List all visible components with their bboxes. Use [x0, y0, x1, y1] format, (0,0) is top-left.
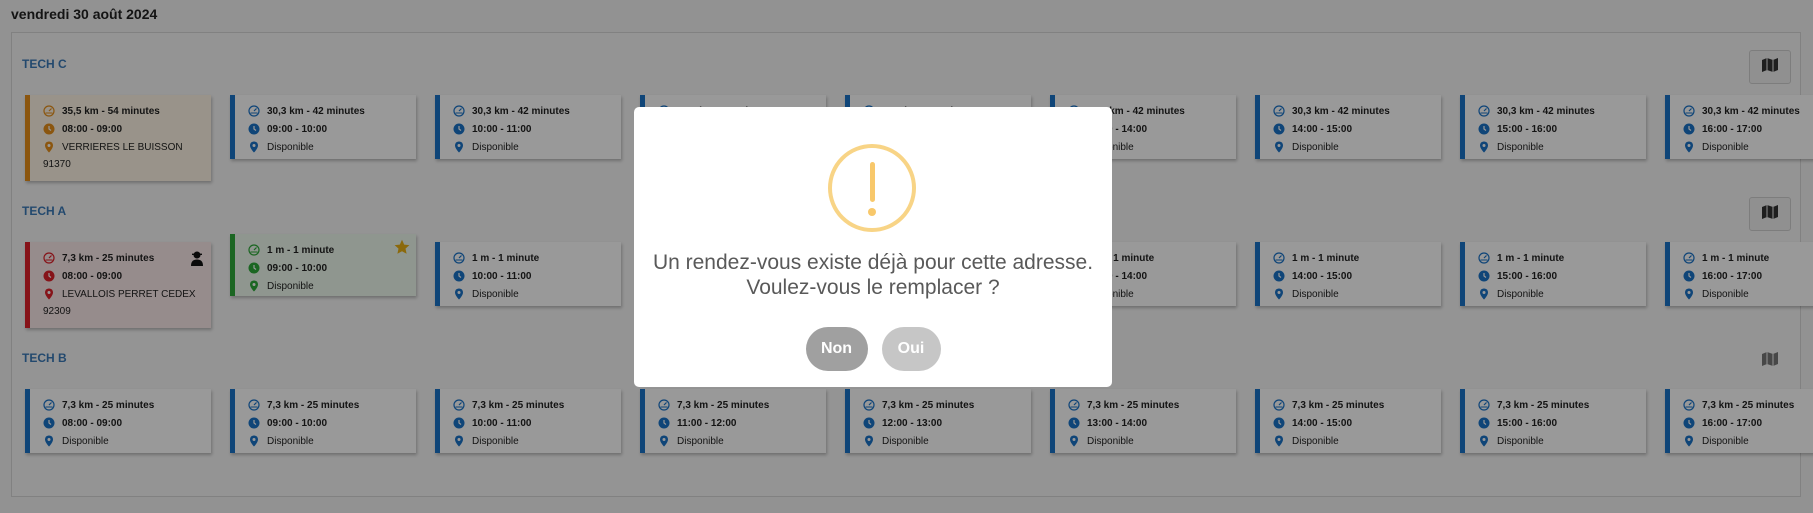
confirm-dialog: Un rendez-vous existe déjà pour cette ad…: [634, 107, 1112, 387]
dialog-message-line1: Un rendez-vous existe déjà pour cette ad…: [652, 251, 1094, 274]
non-button[interactable]: Non: [805, 327, 868, 371]
dialog-message-line2: Voulez-vous le remplacer ?: [746, 276, 1000, 299]
warning-icon: [828, 144, 916, 232]
oui-button[interactable]: Oui: [881, 327, 941, 371]
dialog-message: Un rendez-vous existe déjà pour cette ad…: [634, 250, 1112, 300]
